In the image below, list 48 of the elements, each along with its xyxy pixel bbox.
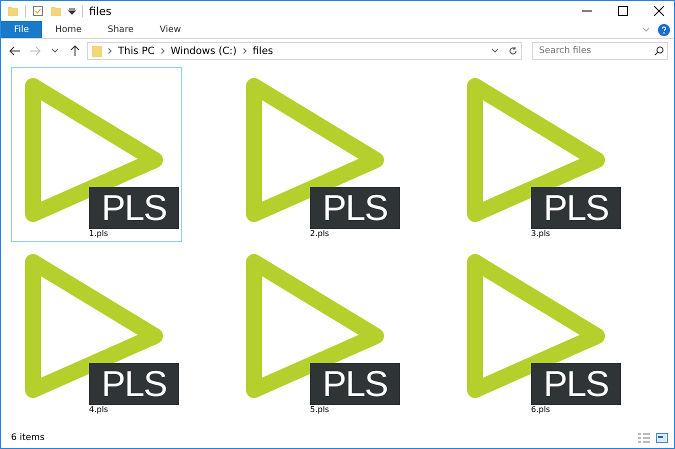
address-bar[interactable]: This PC Windows (C:) files [87, 42, 522, 60]
folder-icon [92, 45, 102, 57]
breadcrumb-item[interactable]: files [252, 46, 274, 56]
file-type-label: PLS [89, 187, 179, 229]
file-item[interactable]: PLS 5.pls [232, 243, 403, 418]
maximize-icon [618, 6, 628, 16]
file-item[interactable]: PLS 4.pls [11, 243, 182, 418]
chevron-right-icon [108, 48, 112, 54]
chevron-right-icon [242, 48, 247, 54]
ribbon-tab[interactable]: View [146, 21, 194, 38]
arrow-up-icon [70, 45, 80, 57]
breadcrumb-item[interactable]: This PC [118, 46, 155, 56]
ribbon-tab[interactable]: Share [94, 21, 147, 38]
ribbon-tab[interactable]: Home [42, 21, 95, 38]
details-view-icon[interactable] [638, 433, 650, 443]
file-item[interactable]: PLS 6.pls [453, 243, 624, 418]
file-name: 1.pls [89, 229, 108, 238]
large-icons-view-icon[interactable] [656, 433, 668, 443]
file-type-label: PLS [89, 363, 179, 405]
search-icon [654, 46, 664, 56]
file-item[interactable]: PLS 3.pls [453, 67, 624, 242]
close-icon [654, 6, 664, 16]
file-type-label: PLS [531, 187, 621, 229]
file-item[interactable]: PLS 2.pls [232, 67, 403, 242]
chevron-down-icon [51, 48, 59, 54]
refresh-icon [508, 46, 518, 56]
file-name: 4.pls [89, 405, 108, 414]
folder-icon [7, 5, 19, 17]
chevron-down-icon[interactable] [491, 48, 499, 54]
properties-icon[interactable] [32, 5, 44, 17]
file-name: 5.pls [310, 405, 330, 414]
help-icon[interactable] [658, 24, 670, 36]
file-name: 3.pls [531, 229, 550, 238]
file-type-label: PLS [531, 363, 621, 405]
ribbon-tab[interactable]: File [1, 21, 42, 38]
file-type-label: PLS [310, 187, 400, 229]
arrow-left-icon [9, 46, 21, 56]
window-title: files [89, 4, 112, 18]
arrow-right-icon [29, 46, 41, 56]
file-name: 6.pls [531, 405, 550, 414]
search-field[interactable]: Search files [532, 42, 668, 60]
file-name: 2.pls [310, 229, 330, 238]
file-item[interactable]: PLS 1.pls [11, 67, 182, 242]
dropdown-icon[interactable] [68, 7, 76, 15]
file-type-label: PLS [310, 363, 400, 405]
item-count: 6 items [11, 433, 46, 443]
chevron-right-icon [160, 48, 165, 54]
breadcrumb-item[interactable]: Windows (C:) [170, 46, 237, 56]
